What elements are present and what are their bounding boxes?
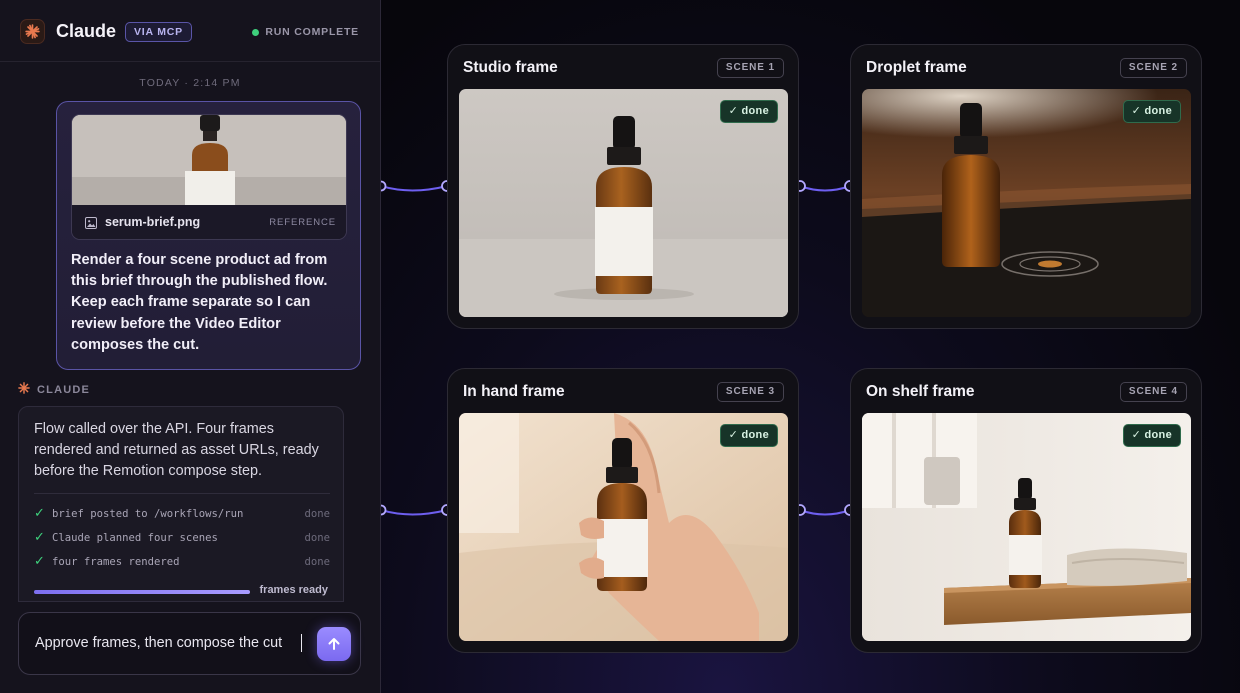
step-status: done (304, 508, 330, 520)
message-timestamp: TODAY · 2:14 PM (139, 77, 241, 89)
port-handle (381, 180, 387, 192)
step-item: ✓ brief posted to /workflows/run done (34, 507, 330, 525)
scene-node-1[interactable]: Studio frame SCENE 1 ✓ done (447, 44, 799, 329)
port-handle (381, 504, 387, 516)
scene-title: Studio frame (463, 59, 558, 76)
serum-bottle-studio-image (459, 89, 788, 317)
arrow-up-icon (328, 638, 340, 650)
attachment-footer: serum-brief.png REFERENCE (72, 205, 346, 239)
attachment-card[interactable]: serum-brief.png REFERENCE (71, 114, 347, 240)
assistant-message-card: Flow called over the API. Four frames re… (18, 406, 344, 602)
scene-tag: SCENE 4 (1119, 382, 1187, 402)
scene-frame-image[interactable]: ✓ done (862, 89, 1191, 317)
attachment-filename: serum-brief.png (105, 215, 201, 229)
step-status: done (304, 556, 330, 568)
scene-frame-image[interactable]: ✓ done (459, 413, 788, 641)
text-caret (301, 634, 302, 652)
app-title: Claude (56, 21, 117, 41)
scene-title: In hand frame (463, 383, 565, 400)
step-item: ✓ Claude planned four scenes done (34, 531, 330, 549)
divider (34, 493, 330, 494)
status-badge: ✓ done (1122, 424, 1181, 447)
run-status-label: RUN COMPLETE (265, 26, 359, 38)
scene-frame-image[interactable]: ✓ done (862, 413, 1191, 641)
connector-wire (381, 185, 448, 192)
user-message-text: Render a four scene product ad from this… (71, 252, 328, 353)
scene-node-2[interactable]: Droplet frame SCENE 2 ✓ done (850, 44, 1202, 329)
serum-bottle-droplet-image (862, 89, 1191, 317)
step-text: brief posted to /workflows/run (52, 508, 244, 520)
assistant-label-text: CLAUDE (37, 383, 91, 396)
status-badge: ✓ done (719, 100, 778, 123)
step-text: four frames rendered (52, 556, 180, 568)
status-dot-icon (252, 28, 260, 36)
flow-canvas[interactable]: Studio frame SCENE 1 ✓ done Droplet fram… (381, 0, 1240, 693)
message-input[interactable] (35, 635, 305, 651)
assistant-label: CLAUDE (18, 382, 90, 397)
check-icon: ✓ (34, 506, 45, 521)
attachment-tag: REFERENCE (269, 217, 336, 228)
chat-header: Claude VIA MCP RUN COMPLETE (0, 0, 380, 62)
check-icon: ✓ (34, 554, 45, 569)
status-badge: ✓ done (719, 424, 778, 447)
step-item: ✓ four frames rendered done (34, 555, 330, 573)
step-status: done (304, 532, 330, 544)
run-status: RUN COMPLETE (252, 26, 359, 38)
scene-frame-image[interactable]: ✓ done (459, 89, 788, 317)
progress-fill (34, 590, 250, 594)
scene-tag: SCENE 1 (716, 58, 784, 78)
serum-bottle-in-hand-image (459, 413, 788, 641)
step-text: Claude planned four scenes (52, 532, 218, 544)
connector-wire (381, 509, 448, 516)
progress-bar (34, 590, 250, 594)
image-icon (85, 217, 97, 229)
scene-node-3[interactable]: In hand frame SCENE 3 ✓ done (447, 368, 799, 653)
user-message-bubble: serum-brief.png REFERENCE Render a four … (56, 101, 361, 370)
assistant-message-text: Flow called over the API. Four frames re… (34, 421, 319, 479)
connector-wire (799, 185, 851, 192)
status-badge: ✓ done (1122, 100, 1181, 123)
via-mcp-badge: VIA MCP (125, 22, 192, 42)
serum-bottle-on-shelf-image (862, 413, 1191, 641)
check-icon: ✓ (34, 530, 45, 545)
scene-title: Droplet frame (866, 59, 967, 76)
chat-panel: Claude VIA MCP RUN COMPLETE TODAY · 2:14… (0, 0, 381, 693)
progress-label: frames ready (259, 584, 329, 596)
attachment-thumbnail (72, 115, 346, 205)
scene-tag: SCENE 3 (716, 382, 784, 402)
claude-logo-icon (20, 19, 45, 44)
message-composer (18, 612, 361, 675)
claude-star-icon (18, 382, 30, 397)
send-button[interactable] (317, 627, 351, 661)
connector-wire (799, 509, 851, 516)
scene-title: On shelf frame (866, 383, 975, 400)
scene-node-4[interactable]: On shelf frame SCENE 4 ✓ done (850, 368, 1202, 653)
scene-tag: SCENE 2 (1119, 58, 1187, 78)
